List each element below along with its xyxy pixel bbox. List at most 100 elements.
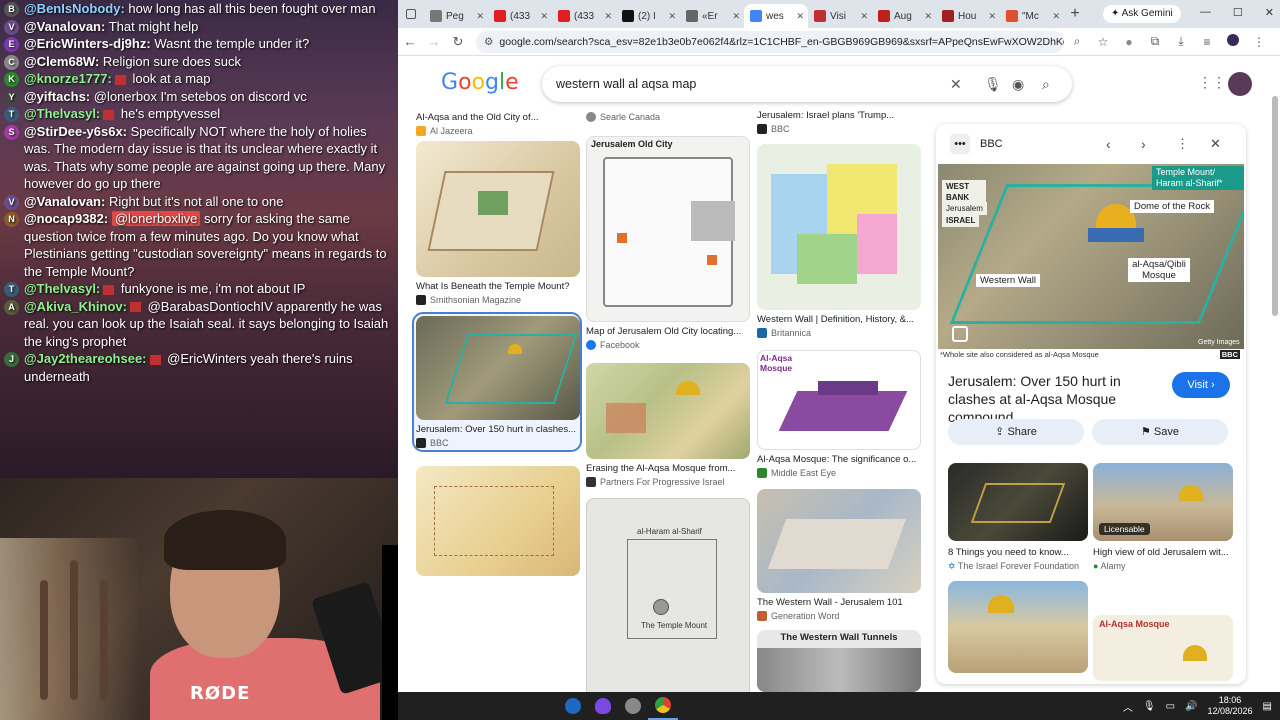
result-card[interactable]: Jerusalem: Israel plans 'Trump... BBC	[757, 108, 921, 134]
close-tab-icon[interactable]: ✕	[604, 11, 612, 22]
profile-icon[interactable]	[1220, 34, 1246, 49]
forward-icon[interactable]: →	[422, 34, 446, 49]
chat-username[interactable]: @nocap9382:	[24, 211, 108, 226]
result-card[interactable]	[416, 466, 580, 576]
close-tab-icon[interactable]: ✕	[476, 11, 484, 22]
maximize-icon[interactable]: ☐	[1233, 6, 1243, 19]
back-icon[interactable]: ←	[398, 34, 422, 49]
lens-overlay-icon[interactable]	[952, 326, 968, 342]
close-tab-icon[interactable]: ✕	[796, 11, 804, 22]
result-card[interactable]: Erasing the Al-Aqsa Mosque from... Partn…	[586, 363, 750, 487]
prev-icon[interactable]: ‹	[1106, 136, 1111, 152]
result-card[interactable]: The Western Wall Tunnels	[757, 630, 921, 692]
search-icon[interactable]: ⌕	[1042, 76, 1050, 93]
new-tab-button[interactable]: +	[1064, 5, 1086, 23]
close-tab-icon[interactable]: ✕	[1052, 11, 1060, 22]
browser-tab[interactable]: (433 ✕	[488, 4, 552, 28]
chat-username[interactable]: @StirDee-y6s6x:	[24, 124, 127, 139]
media-icon[interactable]: ≡	[1194, 35, 1220, 49]
network-icon[interactable]: ▭	[1166, 701, 1175, 712]
close-tab-icon[interactable]: ✕	[860, 11, 868, 22]
result-card[interactable]: Western Wall | Definition, History, &...…	[757, 144, 921, 338]
ask-gemini-button[interactable]: ✦ Ask Gemini	[1103, 5, 1181, 23]
tab-search-icon[interactable]	[398, 0, 424, 28]
edge-icon[interactable]	[558, 692, 588, 720]
close-tab-icon[interactable]: ✕	[988, 11, 996, 22]
chat-username[interactable]: @yiftachs:	[24, 89, 90, 104]
bookmark-star-icon[interactable]: ☆	[1090, 35, 1116, 49]
extension-icon[interactable]: ●	[1116, 35, 1142, 49]
browser-tab[interactable]: (433 ✕	[552, 4, 616, 28]
close-window-icon[interactable]: ✕	[1265, 6, 1274, 19]
volume-icon[interactable]: 🔊	[1185, 701, 1197, 712]
result-card[interactable]: al-Haram al-Sharif The Temple Mount	[586, 498, 750, 692]
search-input[interactable]: western wall al aqsa map ✕ 🎙 ◉ ⌕	[542, 66, 1072, 102]
google-logo[interactable]: Google	[441, 70, 519, 95]
lens-icon[interactable]: ◉	[1012, 76, 1024, 93]
more-dots-icon[interactable]: •••	[950, 134, 970, 154]
scrollbar[interactable]	[1272, 96, 1278, 316]
chat-text: Religion sure does suck	[102, 53, 241, 69]
site-info-icon[interactable]: ⚙	[484, 36, 493, 48]
chat-username[interactable]: @Thelvasyl:	[24, 106, 100, 121]
chat-avatar: T	[4, 107, 19, 122]
browser-tab[interactable]: «Er ✕	[680, 4, 744, 28]
mic-icon[interactable]: 🎙	[984, 76, 1002, 93]
chat-username[interactable]: @Vanalovan:	[24, 19, 105, 34]
result-card[interactable]: Al-Aqsa Mosque Al-Aqsa Mosque: The signi…	[757, 350, 921, 478]
chat-username[interactable]: @Akiva_Khinov:	[24, 299, 127, 314]
app-icon[interactable]	[618, 692, 648, 720]
browser-tab[interactable]: Aug ✕	[872, 4, 936, 28]
menu-icon[interactable]: ⋮	[1246, 35, 1272, 49]
chat-username[interactable]: @Clem68W:	[24, 54, 99, 69]
chat-username[interactable]: @EricWinters-dj9hz:	[24, 36, 151, 51]
chat-username[interactable]: @knorze1777:	[24, 71, 112, 86]
options-icon[interactable]: ⋮	[1176, 136, 1189, 152]
close-tab-icon[interactable]: ✕	[668, 11, 676, 22]
close-panel-icon[interactable]: ✕	[1210, 136, 1221, 152]
related-image[interactable]: 8 Things you need to know... ✡ The Israe…	[948, 463, 1088, 572]
clock[interactable]: 18:06 12/08/2026	[1208, 695, 1253, 717]
tab-active[interactable]: wes ✕	[744, 4, 808, 28]
result-card[interactable]: Jerusalem Old City Map of Jerusalem Old …	[586, 136, 750, 350]
save-button[interactable]: ⚑ Save	[1092, 419, 1228, 445]
close-tab-icon[interactable]: ✕	[540, 11, 548, 22]
close-tab-icon[interactable]: ✕	[732, 11, 740, 22]
result-card-selected[interactable]: Jerusalem: Over 150 hurt in clashes... B…	[412, 312, 582, 452]
download-icon[interactable]: ⤓	[1168, 34, 1194, 49]
app-icon[interactable]	[588, 692, 618, 720]
next-icon[interactable]: ›	[1141, 136, 1146, 152]
browser-tab[interactable]: Hou ✕	[936, 4, 1000, 28]
clear-icon[interactable]: ✕	[950, 76, 962, 93]
result-card[interactable]: Searle Canada	[586, 108, 750, 122]
visit-button[interactable]: Visit ›	[1172, 372, 1230, 398]
zoom-icon[interactable]: ⌕	[1064, 34, 1090, 49]
panel-title[interactable]: Jerusalem: Over 150 hurt in clashes at a…	[948, 372, 1168, 426]
browser-tab[interactable]: Visi ✕	[808, 4, 872, 28]
result-card[interactable]: The Western Wall - Jerusalem 101 Generat…	[757, 489, 921, 621]
reload-icon[interactable]: ↻	[446, 34, 470, 50]
chrome-icon[interactable]	[648, 692, 678, 720]
address-bar[interactable]: ⚙ google.com/search?sca_esv=82e1b3e0b7e0…	[476, 30, 1064, 53]
result-card[interactable]: Al-Aqsa and the Old City of... Al Jazeer…	[416, 108, 580, 136]
share-button[interactable]: ⇪ Share	[948, 419, 1084, 445]
puzzle-icon[interactable]: ⧉	[1142, 34, 1168, 49]
mic-tray-icon[interactable]: 🎙	[1143, 701, 1156, 712]
preview-image[interactable]: Temple Mount/ Haram al-Sharif* Dome of t…	[938, 164, 1244, 349]
result-card[interactable]: What Is Beneath the Temple Mount? Smiths…	[416, 141, 580, 305]
close-tab-icon[interactable]: ✕	[924, 11, 932, 22]
browser-tab[interactable]: (2) I ✕	[616, 4, 680, 28]
chat-username[interactable]: @Vanalovan:	[24, 194, 105, 209]
related-image[interactable]	[948, 581, 1088, 673]
chat-username[interactable]: @BenIsNobody:	[24, 1, 125, 16]
minimize-icon[interactable]: —	[1200, 6, 1211, 19]
avatar[interactable]	[1228, 72, 1252, 96]
browser-tab[interactable]: Peg ✕	[424, 4, 488, 28]
related-image[interactable]: Al-Aqsa Mosque	[1093, 615, 1233, 681]
notification-icon[interactable]: ▤	[1263, 701, 1272, 712]
related-image[interactable]: Licensable High view of old Jerusalem wi…	[1093, 463, 1233, 571]
chat-username[interactable]: @Jay2theareohsee:	[24, 351, 147, 366]
browser-tab[interactable]: "Mc ✕	[1000, 4, 1064, 28]
chat-username[interactable]: @Thelvasyl:	[24, 281, 100, 296]
chevron-up-icon[interactable]: ︿	[1123, 699, 1133, 714]
